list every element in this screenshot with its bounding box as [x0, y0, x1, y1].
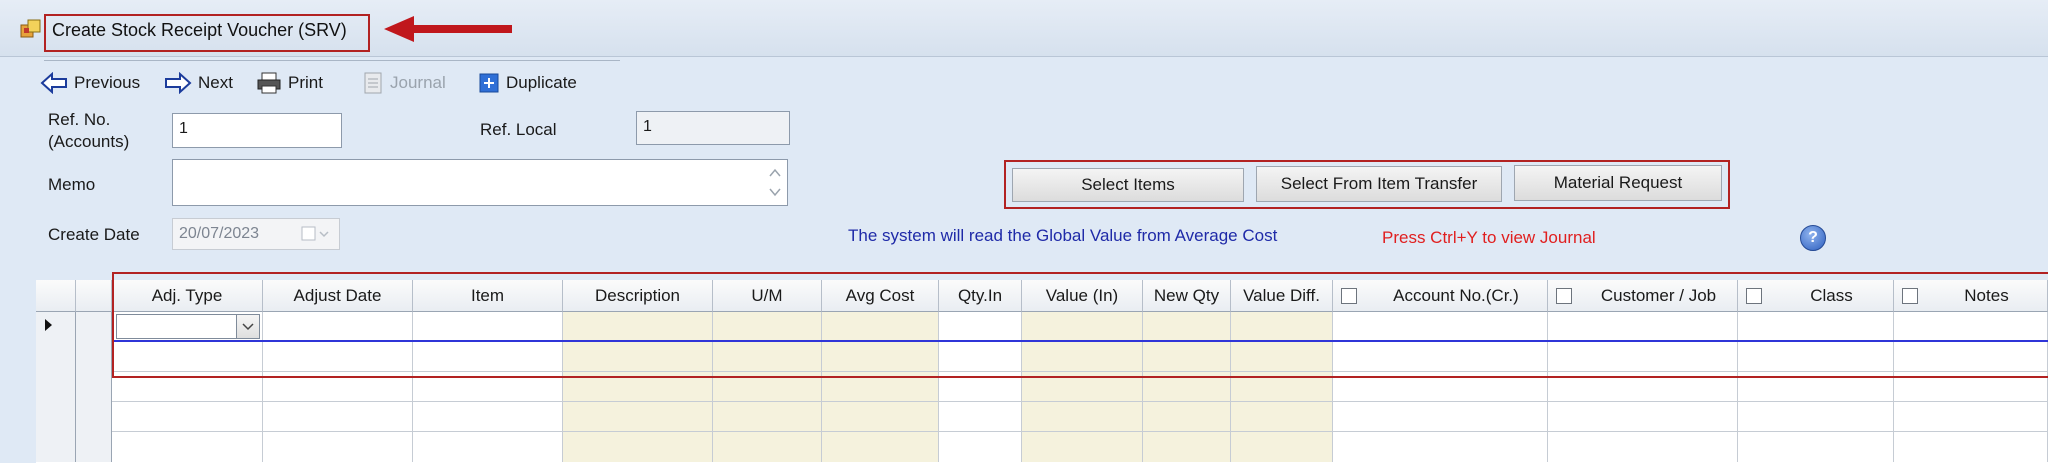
select-from-item-transfer-button[interactable]: Select From Item Transfer [1256, 166, 1502, 202]
select-items-button[interactable]: Select Items [1012, 168, 1244, 202]
grid-row-line [36, 431, 2048, 432]
journal-label: Journal [390, 73, 446, 92]
previous-button[interactable]: Previous [40, 70, 140, 96]
global-value-message: The system will read the Global Value fr… [848, 226, 1278, 245]
previous-label: Previous [74, 73, 141, 92]
material-request-button[interactable]: Material Request [1514, 165, 1722, 201]
journal-button[interactable]: Journal [362, 70, 446, 96]
toolbar-separator [44, 60, 620, 61]
ref-local-label: Ref. Local [480, 120, 557, 139]
next-button[interactable]: Next [164, 70, 233, 96]
create-date-field[interactable]: 20/07/2023 [172, 218, 340, 250]
annotation-arrow [384, 16, 512, 42]
memo-scroll-icon[interactable] [767, 164, 783, 201]
create-date-label: Create Date [48, 225, 140, 244]
grid-annotation-box [112, 272, 2048, 378]
duplicate-icon [479, 73, 499, 93]
journal-icon [364, 72, 382, 94]
arrow-left-icon [40, 72, 67, 94]
ref-no-sublabel: (Accounts) [48, 132, 130, 151]
grid-row-line [36, 401, 2048, 402]
app-window-icon [20, 19, 41, 38]
grid-corner-cell [36, 280, 76, 312]
arrow-right-icon [165, 72, 192, 94]
create-date-value: 20/07/2023 [179, 225, 260, 242]
ref-local-field[interactable]: 1 [636, 111, 790, 145]
journal-hint-message: Press Ctrl+Y to view Journal [1382, 228, 1596, 247]
print-label: Print [288, 73, 323, 92]
memo-label: Memo [48, 175, 96, 194]
ref-no-label: Ref. No. [48, 110, 111, 129]
duplicate-button[interactable]: Duplicate [478, 70, 577, 96]
ref-no-field[interactable]: 1 [172, 113, 342, 148]
help-icon[interactable]: ? [1800, 225, 1826, 251]
next-label: Next [198, 73, 233, 92]
duplicate-label: Duplicate [506, 73, 577, 92]
calendar-icon[interactable] [301, 226, 329, 242]
current-row-indicator-icon [45, 319, 52, 331]
print-button[interactable]: Print [256, 70, 323, 96]
printer-icon [257, 72, 281, 94]
memo-field[interactable] [172, 159, 788, 206]
grid-corner-cell-2 [76, 280, 112, 312]
window-title: Create Stock Receipt Voucher (SRV) [52, 20, 347, 40]
